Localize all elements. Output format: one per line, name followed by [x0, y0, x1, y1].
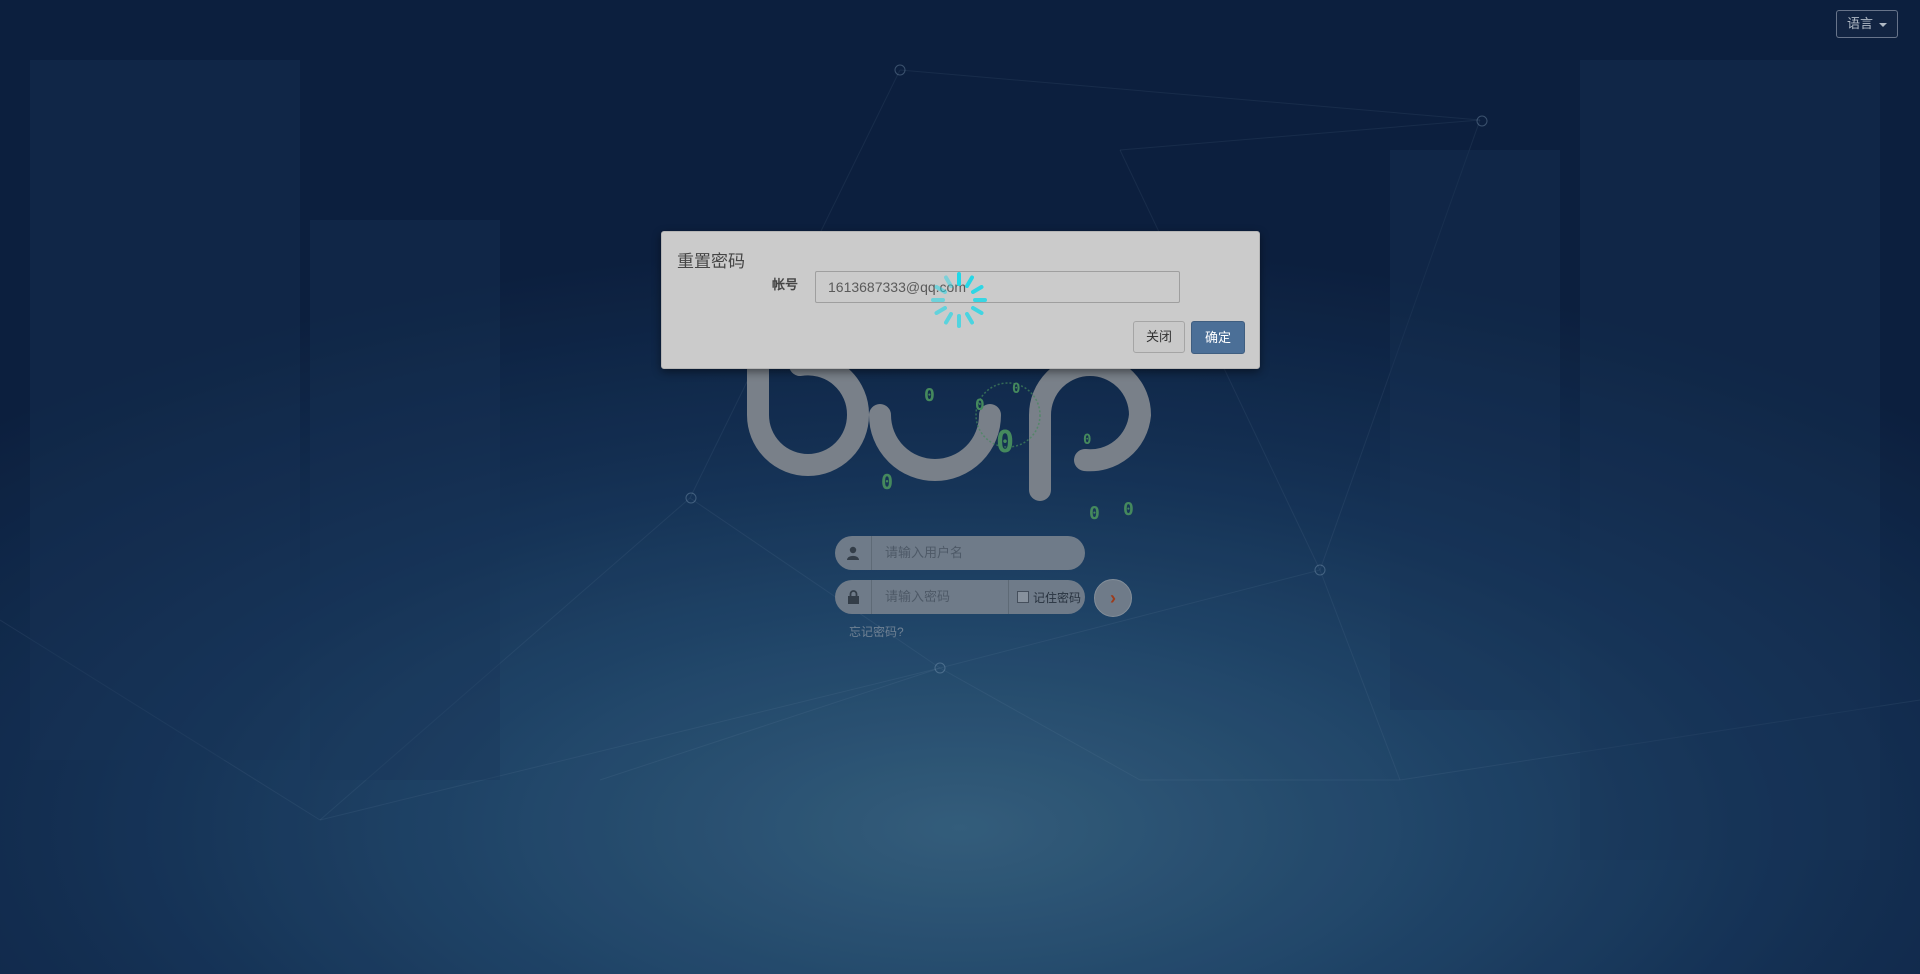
account-input[interactable]: 1613687333@qq.com [815, 271, 1180, 303]
dialog-title: 重置密码 [677, 252, 745, 271]
loading-spinner-icon [931, 272, 987, 328]
close-button[interactable]: 关闭 [1133, 321, 1185, 353]
confirm-button[interactable]: 确定 [1191, 321, 1245, 354]
account-label: 帐号 [772, 277, 799, 292]
modal-backdrop[interactable] [0, 0, 1920, 974]
